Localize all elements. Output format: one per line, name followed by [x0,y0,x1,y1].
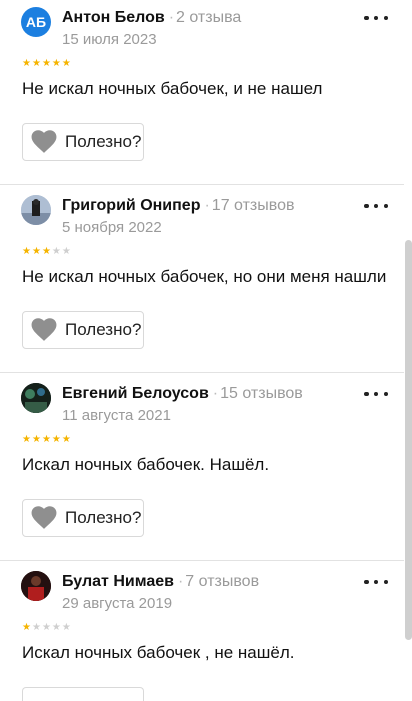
star-filled-icon: ★ [22,434,31,445]
star-empty-icon: ★ [51,622,61,633]
author-line: Евгений Белоусов · 15 отзывов [62,385,303,403]
star-filled-icon: ★ [41,434,51,445]
star-empty-icon: ★ [61,622,71,633]
review-count: 7 отзывов [185,573,260,590]
avatar[interactable]: АБ [21,7,51,37]
star-filled-icon: ★ [22,58,31,69]
star-filled-icon: ★ [51,58,61,69]
star-filled-icon: ★ [31,434,41,445]
more-options-icon[interactable] [364,14,388,22]
review-card: Булат Нимаев · 7 отзывов 29 августа 2019 ★… [0,564,400,701]
heart-icon [31,506,57,529]
rating-stars: ★ ★ ★ ★ ★ [22,247,71,257]
review-text: Искал ночных бабочек , не нашёл. [22,643,295,662]
review-count: 15 отзывов [220,385,303,402]
star-empty-icon: ★ [51,246,61,257]
rating-stars: ★ ★ ★ ★ ★ [22,435,71,445]
star-filled-icon: ★ [61,434,71,445]
avatar[interactable] [21,383,51,413]
star-filled-icon: ★ [22,246,31,257]
more-options-icon[interactable] [364,390,388,398]
divider [0,372,404,373]
avatar-photo [21,571,51,601]
review-count: 17 отзывов [211,197,295,214]
author-name[interactable]: Антон Белов [62,9,165,26]
review-date: 5 ноября 2022 [62,219,162,236]
star-filled-icon: ★ [31,246,41,257]
divider [0,184,404,185]
star-filled-icon: ★ [41,246,51,257]
star-filled-icon: ★ [22,622,31,633]
more-options-icon[interactable] [364,578,388,586]
scrollbar[interactable] [405,240,412,640]
author-name[interactable]: Булат Нимаев [62,573,174,590]
review-count: 2 отзыва [176,9,242,26]
more-options-icon[interactable] [364,202,388,210]
star-filled-icon: ★ [61,58,71,69]
useful-button[interactable]: Полезно? [22,499,144,537]
review-card: Евгений Белоусов · 15 отзывов 11 августа 2… [0,376,400,561]
heart-icon [31,318,57,341]
star-empty-icon: ★ [61,246,71,257]
separator-dot: · [177,573,184,590]
star-filled-icon: ★ [31,58,41,69]
rating-stars: ★ ★ ★ ★ ★ [22,623,71,633]
separator-dot: · [212,385,219,402]
heart-icon [31,130,57,153]
star-filled-icon: ★ [51,434,61,445]
author-name[interactable]: Евгений Белоусов [62,385,209,402]
useful-label: Полезно? [65,508,142,527]
review-text: Не искал ночных бабочек, и не нашел [22,79,323,98]
useful-button[interactable]: Полезно? [22,123,144,161]
separator-dot: · [204,197,210,214]
star-empty-icon: ★ [31,622,41,633]
avatar[interactable] [21,195,51,225]
separator-dot: · [168,9,175,26]
useful-button[interactable]: Полезно? [22,311,144,349]
review-text: Не искал ночных бабочек, но они меня наш… [22,267,387,286]
review-date: 11 августа 2021 [62,407,171,424]
useful-label: Полезно? [65,320,142,339]
rating-stars: ★ ★ ★ ★ ★ [22,59,71,69]
useful-label: Полезно? [65,132,142,151]
author-line: Григорий Онипер · 17 отзывов [62,197,294,215]
star-empty-icon: ★ [41,622,51,633]
review-date: 29 августа 2019 [62,595,173,612]
review-card: АБ Антон Белов · 2 отзыва 15 июля 2023 ★ ★ ★… [0,0,400,185]
author-line: Булат Нимаев · 7 отзывов [62,573,259,591]
useful-button[interactable] [22,687,144,701]
review-card: Григорий Онипер · 17 отзывов 5 ноября 2022… [0,188,400,373]
author-line: Антон Белов · 2 отзыва [62,9,241,27]
avatar-photo [21,195,51,225]
author-name[interactable]: Григорий Онипер [62,197,200,214]
avatar-initials: АБ [25,14,47,30]
divider [0,560,404,561]
star-filled-icon: ★ [41,58,51,69]
review-text: Искал ночных бабочек. Нашёл. [22,455,270,474]
avatar[interactable] [21,571,51,601]
review-date: 15 июля 2023 [62,31,157,48]
avatar-photo [21,383,51,413]
